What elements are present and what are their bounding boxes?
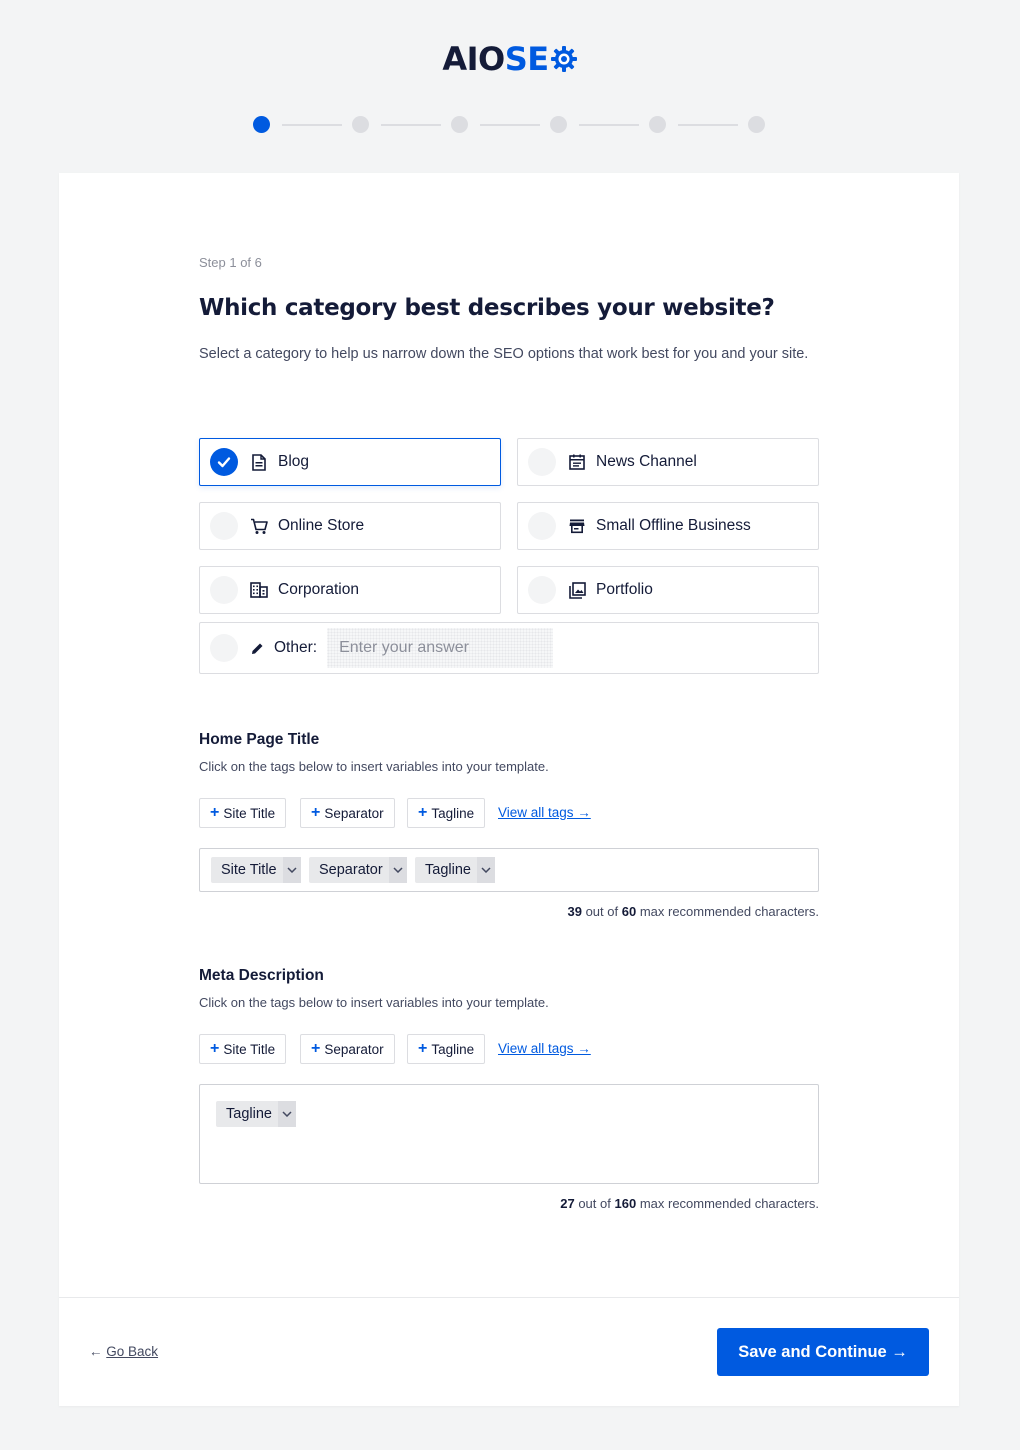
category-label: News Channel <box>596 453 697 470</box>
step-dot-5 <box>649 116 666 133</box>
radio-unchecked[interactable] <box>528 448 556 476</box>
plus-icon: + <box>418 804 428 821</box>
category-option-news-channel[interactable]: News Channel <box>517 438 819 486</box>
other-label: Other: <box>274 639 318 656</box>
plus-icon: + <box>311 1040 321 1057</box>
radio-unchecked[interactable] <box>210 634 238 662</box>
arrow-left-icon: ← <box>89 1344 103 1359</box>
home-title-editor[interactable]: Site Title Separator Tagline <box>199 848 819 892</box>
step-dot-2 <box>352 116 369 133</box>
radio-checked[interactable] <box>210 448 238 476</box>
category-option-blog[interactable]: Blog <box>199 438 501 486</box>
tag-chip[interactable]: Tagline <box>415 857 495 883</box>
step-connector <box>381 124 441 126</box>
meta-description-heading: Meta Description <box>199 967 324 984</box>
plus-icon: + <box>210 1040 220 1057</box>
category-option-corporation[interactable]: Corporation <box>199 566 501 614</box>
plus-icon: + <box>210 804 220 821</box>
gallery-icon <box>568 581 586 599</box>
progress-stepper <box>253 116 773 134</box>
page-title: Which category best describes your websi… <box>199 295 775 321</box>
plus-icon: + <box>311 804 321 821</box>
category-option-other[interactable]: Other: <box>199 622 819 674</box>
category-label: Portfolio <box>596 581 653 598</box>
step-connector <box>579 124 639 126</box>
insert-tagline-tag-button[interactable]: + Tagline <box>407 1034 486 1064</box>
meta-description-editor[interactable]: Tagline <box>199 1084 819 1184</box>
storefront-icon <box>568 517 586 535</box>
tag-chip[interactable]: Tagline <box>216 1101 296 1127</box>
category-label: Online Store <box>278 517 365 534</box>
insert-site-title-tag-button[interactable]: + Site Title <box>199 1034 287 1064</box>
view-all-tags-link[interactable]: View all tags → <box>498 1041 591 1056</box>
step-connector <box>480 124 540 126</box>
radio-unchecked[interactable] <box>528 576 556 604</box>
go-back-link[interactable]: ← Go Back <box>89 1344 158 1359</box>
step-connector <box>678 124 738 126</box>
plus-icon: + <box>418 1040 428 1057</box>
home-title-char-counter: 39 out of 60 max recommended characters. <box>567 904 819 919</box>
gear-icon <box>550 43 578 81</box>
category-label: Small Offline Business <box>596 517 751 534</box>
chevron-down-icon[interactable] <box>476 857 495 883</box>
insert-separator-tag-button[interactable]: + Separator <box>300 798 395 828</box>
newspaper-icon <box>568 453 586 471</box>
category-label: Blog <box>278 453 310 470</box>
insert-separator-tag-button[interactable]: + Separator <box>300 1034 395 1064</box>
footer-divider <box>59 1297 959 1298</box>
step-dot-6 <box>748 116 765 133</box>
tag-chip[interactable]: Separator <box>309 857 407 883</box>
radio-unchecked[interactable] <box>210 512 238 540</box>
chevron-down-icon[interactable] <box>277 1101 296 1127</box>
insert-site-title-tag-button[interactable]: + Site Title <box>199 798 287 828</box>
category-option-portfolio[interactable]: Portfolio <box>517 566 819 614</box>
category-option-online-store[interactable]: Online Store <box>199 502 501 550</box>
step-dot-4 <box>550 116 567 133</box>
wizard-card: Step 1 of 6 Which category best describe… <box>59 173 959 1406</box>
building-icon <box>250 581 268 599</box>
step-dot-1 <box>253 116 270 133</box>
radio-unchecked[interactable] <box>528 512 556 540</box>
tag-chip[interactable]: Site Title <box>211 857 301 883</box>
other-answer-input[interactable] <box>327 628 554 668</box>
view-all-tags-link[interactable]: View all tags → <box>498 805 591 820</box>
meta-description-help: Click on the tags below to insert variab… <box>199 995 549 1010</box>
save-and-continue-button[interactable]: Save and Continue → <box>717 1328 929 1376</box>
document-icon <box>250 453 268 471</box>
step-label: Step 1 of 6 <box>199 255 262 270</box>
step-dot-3 <box>451 116 468 133</box>
radio-unchecked[interactable] <box>210 576 238 604</box>
home-title-help: Click on the tags below to insert variab… <box>199 759 549 774</box>
pencil-icon <box>250 639 264 657</box>
cart-icon <box>250 517 268 535</box>
chevron-down-icon[interactable] <box>388 857 407 883</box>
chevron-down-icon[interactable] <box>282 857 301 883</box>
step-connector <box>282 124 342 126</box>
aioseo-logo: AIOSE <box>0 40 1020 81</box>
page-description: Select a category to help us narrow down… <box>199 346 809 362</box>
category-label: Corporation <box>278 581 359 598</box>
category-option-small-offline-business[interactable]: Small Offline Business <box>517 502 819 550</box>
meta-description-char-counter: 27 out of 160 max recommended characters… <box>560 1196 819 1211</box>
insert-tagline-tag-button[interactable]: + Tagline <box>407 798 486 828</box>
home-title-heading: Home Page Title <box>199 731 320 748</box>
